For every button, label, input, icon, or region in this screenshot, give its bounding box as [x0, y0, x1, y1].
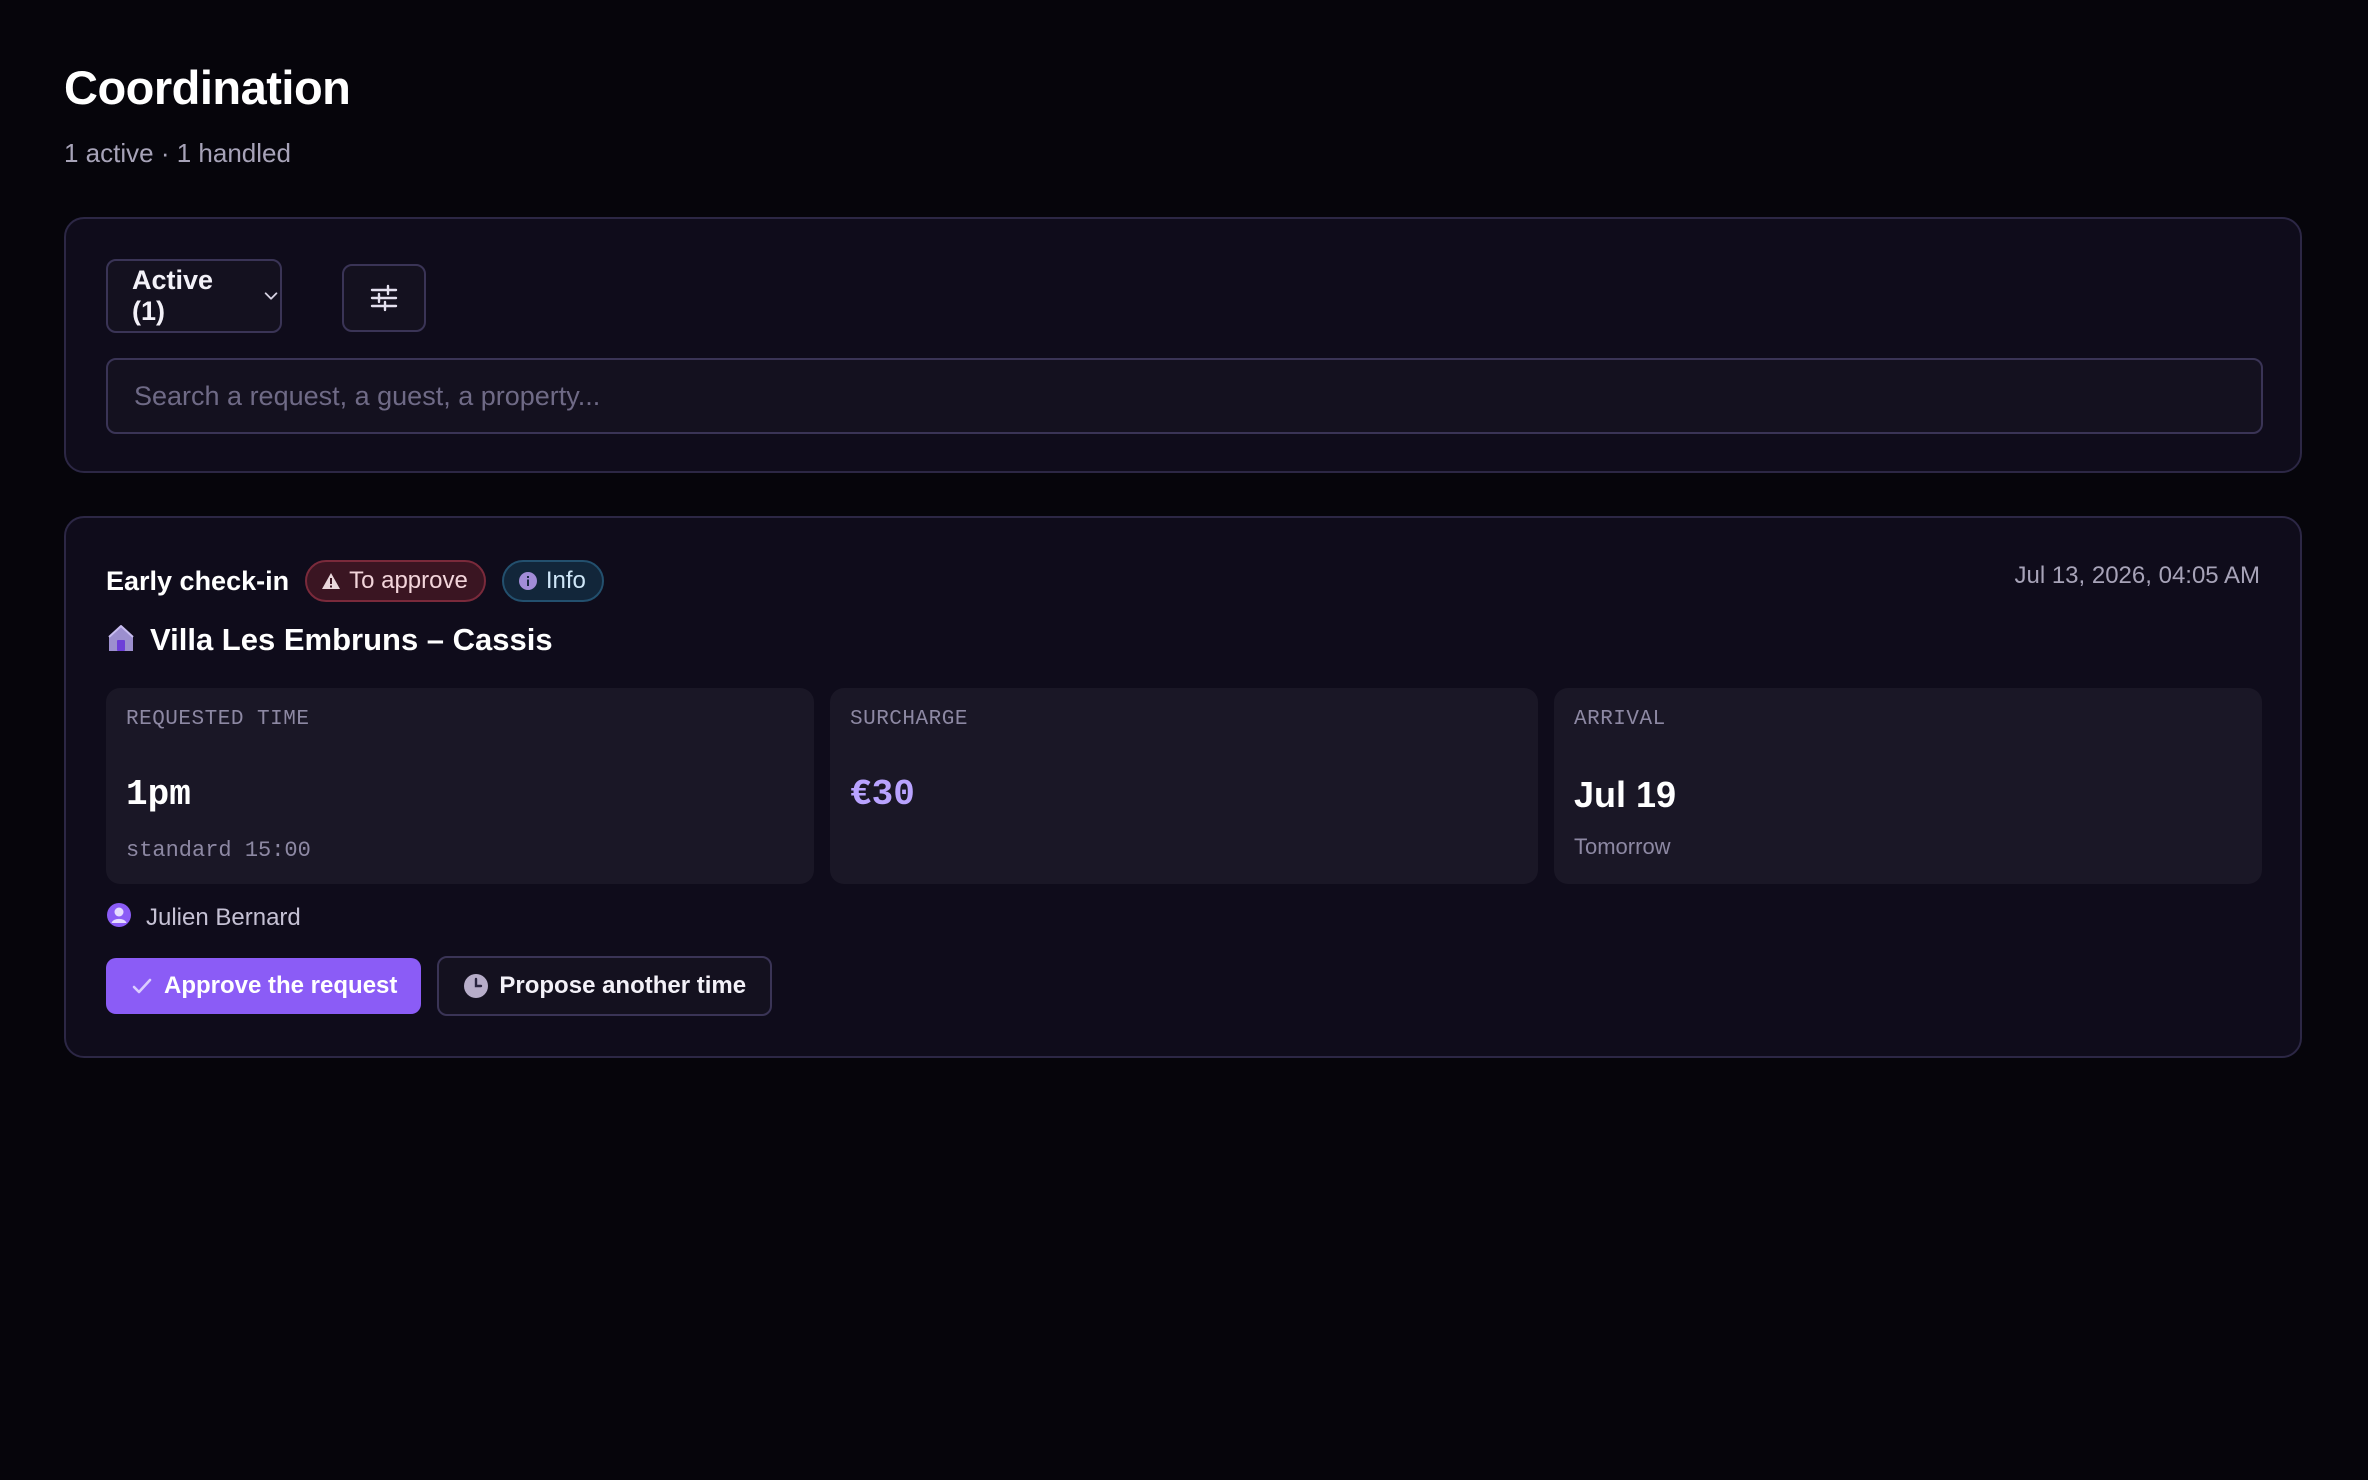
- approve-request-button[interactable]: Approve the request: [106, 958, 422, 1014]
- stat-sub: standard 15:00: [126, 838, 311, 863]
- page-subtitle: 1 active · 1 handled: [64, 138, 291, 168]
- search-field[interactable]: [106, 358, 2263, 434]
- stat-label: REQUESTED TIME: [126, 708, 310, 731]
- user-icon: [106, 902, 132, 933]
- stat-value: 1pm: [126, 774, 191, 815]
- stat-value: Jul 19: [1574, 774, 1677, 815]
- request-card: Early check-in To approve Info Jul 13, 2…: [64, 516, 2302, 1058]
- stat-requested-time: REQUESTED TIME 1pm standard 15:00: [106, 688, 814, 884]
- stat-label: SURCHARGE: [850, 708, 968, 731]
- status-dropdown-label: Active (1): [132, 265, 214, 326]
- search-input[interactable]: [132, 379, 2261, 413]
- check-icon: [130, 974, 154, 998]
- request-actions: Approve the request Propose another time: [106, 956, 773, 1016]
- info-badge-label: Info: [545, 567, 586, 594]
- clock-icon: [463, 973, 489, 999]
- warning-icon: [321, 571, 341, 591]
- filter-settings-button[interactable]: [342, 264, 426, 332]
- status-badge-to-approve: To approve: [305, 560, 486, 602]
- house-icon: [106, 623, 136, 658]
- stat-surcharge: SURCHARGE €30: [830, 688, 1538, 884]
- stat-value: €30: [850, 774, 915, 815]
- stat-label: ARRIVAL: [1574, 708, 1666, 731]
- property-row: Villa Les Embruns – Cassis: [106, 622, 553, 658]
- guest-row: Julien Bernard: [106, 902, 301, 933]
- request-timestamp: Jul 13, 2026, 04:05 AM: [2014, 562, 2260, 589]
- stat-sub: Tomorrow: [1574, 834, 1671, 859]
- chevron-down-icon: [264, 292, 278, 300]
- status-badge-label: To approve: [349, 567, 468, 594]
- approve-request-label: Approve the request: [164, 972, 398, 999]
- sliders-icon: [370, 284, 398, 312]
- filter-panel: Active (1): [64, 217, 2302, 473]
- page-title: Coordination: [64, 61, 351, 114]
- stat-arrival: ARRIVAL Jul 19 Tomorrow: [1554, 688, 2262, 884]
- propose-another-time-label: Propose another time: [499, 972, 747, 999]
- info-icon: [518, 571, 538, 591]
- request-type: Early check-in: [106, 565, 290, 596]
- request-header: Early check-in To approve Info: [106, 558, 620, 604]
- property-name: Villa Les Embruns – Cassis: [150, 622, 553, 657]
- info-badge: Info: [501, 560, 604, 602]
- guest-name: Julien Bernard: [146, 903, 301, 931]
- status-dropdown[interactable]: Active (1): [106, 259, 282, 333]
- propose-another-time-button[interactable]: Propose another time: [437, 956, 773, 1016]
